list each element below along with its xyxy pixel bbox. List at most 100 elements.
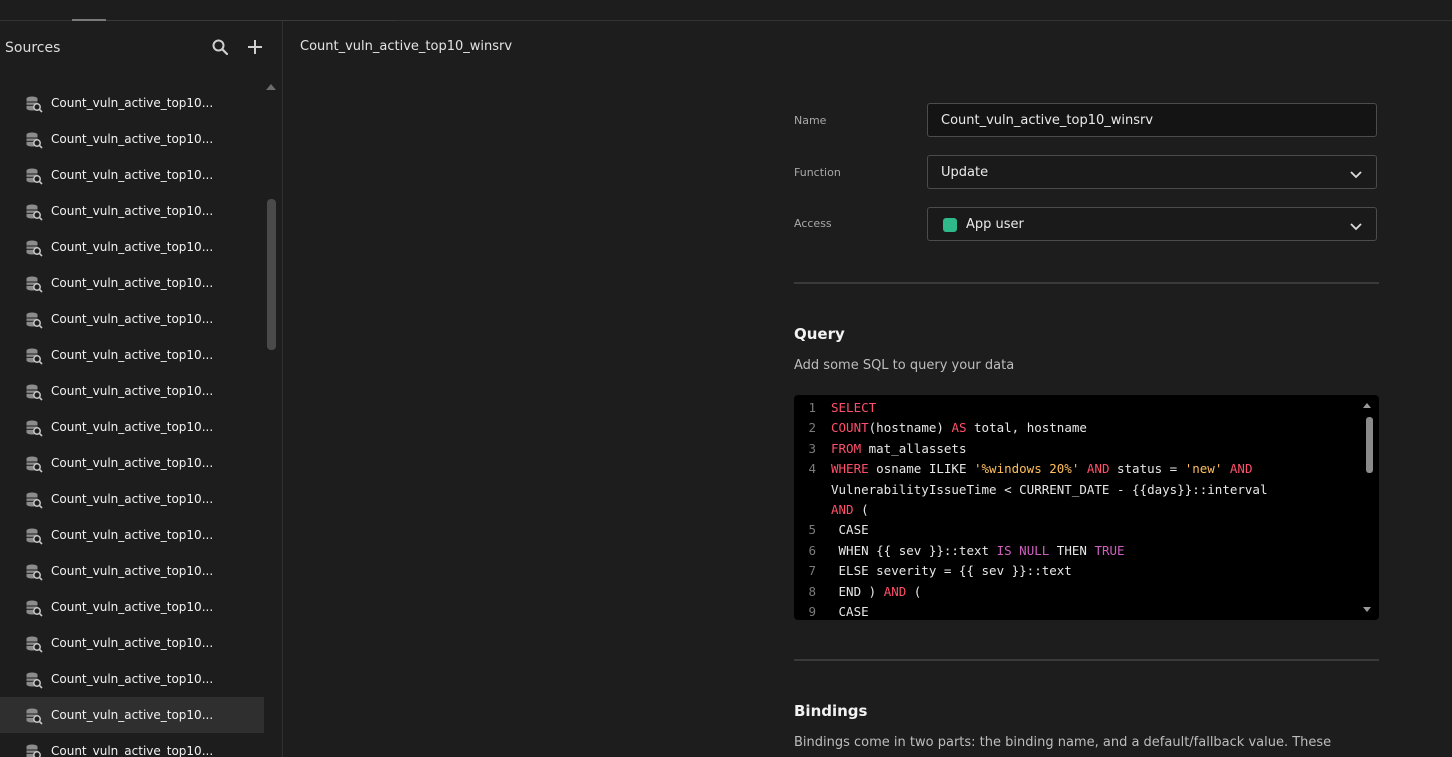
- chevron-down-icon: [1350, 220, 1362, 231]
- database-search-icon: [25, 707, 43, 725]
- section-divider: [794, 659, 1379, 661]
- function-select[interactable]: Update: [927, 155, 1377, 189]
- sidebar-item-source[interactable]: Count_vuln_active_top10...: [0, 697, 264, 733]
- sidebar-item-source[interactable]: Count_vuln_active_top10...: [0, 733, 264, 757]
- line-number: 7: [808, 563, 816, 579]
- bindings-section-title: Bindings: [794, 702, 868, 720]
- line-number: 3: [808, 440, 816, 456]
- editor-scrollbar-thumb[interactable]: [1366, 417, 1373, 473]
- sidebar-item-source[interactable]: Count_vuln_active_top10...: [0, 553, 264, 589]
- line-number: 2: [808, 420, 816, 436]
- sidebar-item-label: Count_vuln_active_top10...: [51, 672, 214, 686]
- code-text: ELSE severity = {{ sev }}::text: [831, 563, 1072, 578]
- sidebar-item-source[interactable]: Count_vuln_active_top10...: [0, 445, 264, 481]
- code-token-kw: AND: [1229, 461, 1253, 477]
- sidebar-item-source[interactable]: Count_vuln_active_top10...: [0, 517, 264, 553]
- sidebar-item-source[interactable]: Count_vuln_active_top10...: [0, 85, 264, 121]
- sidebar-item-label: Count_vuln_active_top10...: [51, 636, 214, 650]
- sidebar-item-label: Count_vuln_active_top10...: [51, 168, 214, 182]
- sidebar-item-source[interactable]: Count_vuln_active_top10...: [0, 265, 264, 301]
- sidebar-title: Sources: [5, 40, 61, 56]
- editor-scroll-down-arrow[interactable]: [1363, 607, 1371, 612]
- code-text: CASE: [831, 522, 869, 537]
- database-search-icon: [25, 347, 43, 365]
- sidebar-item-source[interactable]: Count_vuln_active_top10...: [0, 193, 264, 229]
- sidebar-item-source[interactable]: Count_vuln_active_top10...: [0, 625, 264, 661]
- chevron-down-icon: [1350, 168, 1362, 179]
- code-token: CASE: [831, 522, 869, 538]
- code-line: 7 ELSE severity = {{ sev }}::text: [794, 563, 1354, 583]
- function-select-value: Update: [941, 165, 989, 180]
- code-line: 4 WHERE osname ILIKE '%windows 20%' AND s…: [794, 461, 1354, 481]
- sidebar-item-label: Count_vuln_active_top10...: [51, 384, 214, 398]
- sidebar-item-source[interactable]: Count_vuln_active_top10...: [0, 661, 264, 697]
- sidebar-item-source[interactable]: Count_vuln_active_top10...: [0, 589, 264, 625]
- sidebar-item-label: Count_vuln_active_top10...: [51, 600, 214, 614]
- function-label: Function: [794, 166, 841, 179]
- database-search-icon: [25, 743, 43, 757]
- code-token-kw: AND: [1086, 461, 1110, 477]
- name-input[interactable]: Count_vuln_active_top10_winsrv: [927, 103, 1377, 137]
- code-text: FROM mat_allassets: [831, 441, 966, 456]
- code-line: 8 END ) AND (: [794, 584, 1354, 604]
- code-line: 6 WHEN {{ sev }}::text IS NULL THEN TRUE: [794, 543, 1354, 563]
- code-token-kw: FROM: [831, 440, 862, 456]
- access-label: Access: [794, 217, 832, 230]
- sidebar-item-source[interactable]: Count_vuln_active_top10...: [0, 481, 264, 517]
- sidebar-item-label: Count_vuln_active_top10...: [51, 240, 214, 254]
- sources-list: Count_vuln_active_top10... Count_vuln_act…: [0, 85, 264, 757]
- code-line: 3 FROM mat_allassets: [794, 441, 1354, 461]
- sidebar-item-label: Count_vuln_active_top10...: [51, 312, 214, 326]
- sidebar-item-source[interactable]: Count_vuln_active_top10...: [0, 337, 264, 373]
- sidebar-item-source[interactable]: Count_vuln_active_top10...: [0, 373, 264, 409]
- code-token-kw2: NULL: [1019, 542, 1050, 558]
- sidebar-item-label: Count_vuln_active_top10...: [51, 348, 214, 362]
- code-token-str: 'new': [1184, 461, 1223, 477]
- code-token-kw: WHERE: [831, 461, 869, 477]
- plus-icon[interactable]: [246, 38, 264, 56]
- sidebar-item-source[interactable]: Count_vuln_active_top10...: [0, 409, 264, 445]
- code-token-kw2: TRUE: [1094, 542, 1125, 558]
- database-search-icon: [25, 95, 43, 113]
- code-text: SELECT: [831, 400, 876, 415]
- database-search-icon: [25, 203, 43, 221]
- code-token: osname ILIKE: [868, 461, 974, 477]
- code-token: total, hostname: [966, 420, 1087, 436]
- editor-scroll-up-arrow[interactable]: [1363, 403, 1371, 408]
- database-search-icon: [25, 563, 43, 581]
- sidebar-item-source[interactable]: Count_vuln_active_top10...: [0, 229, 264, 265]
- sidebar-item-label: Count_vuln_active_top10...: [51, 528, 214, 542]
- query-section-description: Add some SQL to query your data: [794, 358, 1015, 373]
- database-search-icon: [25, 239, 43, 257]
- code-line: 9 CASE: [794, 604, 1354, 620]
- code-text: CASE: [831, 604, 869, 619]
- sidebar-item-label: Count_vuln_active_top10...: [51, 420, 214, 434]
- sidebar-item-label: Count_vuln_active_top10...: [51, 204, 214, 218]
- code-token-kw: AS: [951, 420, 967, 436]
- database-search-icon: [25, 131, 43, 149]
- search-icon[interactable]: [211, 38, 229, 56]
- name-input-value: Count_vuln_active_top10_winsrv: [941, 113, 1154, 128]
- sidebar-item-source[interactable]: Count_vuln_active_top10...: [0, 301, 264, 337]
- sidebar-item-source[interactable]: Count_vuln_active_top10...: [0, 121, 264, 157]
- database-search-icon: [25, 311, 43, 329]
- code-token-kw: SELECT: [831, 400, 877, 415]
- access-select[interactable]: App user: [927, 207, 1377, 241]
- sidebar-item-label: Count_vuln_active_top10...: [51, 708, 214, 722]
- code-token-kw: AND: [883, 583, 907, 599]
- code-token-kw: AND: [831, 502, 854, 517]
- line-number: 8: [808, 583, 816, 599]
- code-token: CASE: [831, 604, 869, 619]
- code-token: (hostname): [868, 420, 952, 436]
- sidebar-scrollbar-thumb[interactable]: [267, 199, 276, 350]
- sidebar-item-label: Count_vuln_active_top10...: [51, 492, 214, 506]
- name-label: Name: [794, 114, 827, 127]
- sidebar-item-source[interactable]: Count_vuln_active_top10...: [0, 157, 264, 193]
- access-color-swatch: [943, 218, 957, 232]
- code-text: WHERE osname ILIKE '%windows 20%' AND st…: [831, 461, 1252, 476]
- sql-code-editor[interactable]: 1 SELECT 2 COUNT(hostname) AS total, hostna…: [794, 395, 1379, 620]
- scroll-up-arrow[interactable]: [266, 84, 276, 90]
- sidebar-item-label: Count_vuln_active_top10...: [51, 96, 214, 110]
